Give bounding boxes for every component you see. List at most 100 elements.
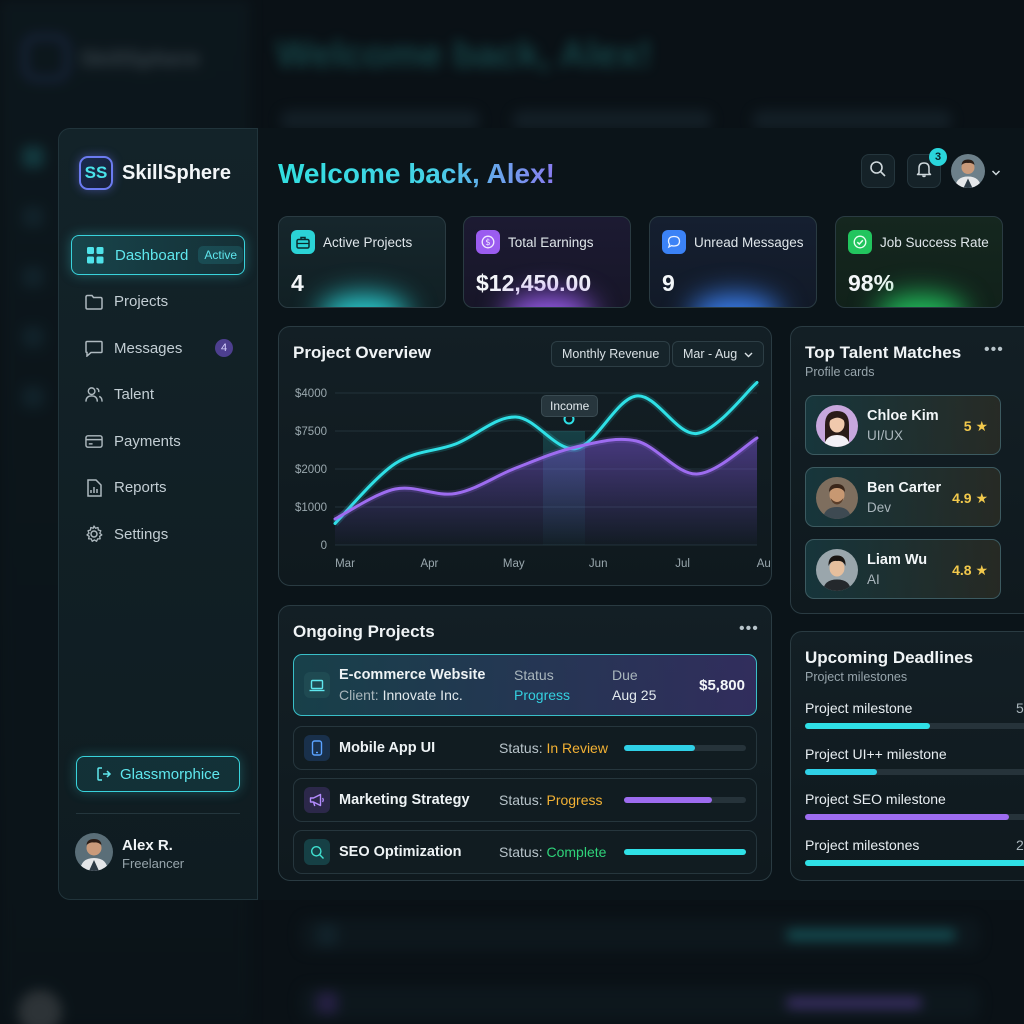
- sidebar-item-projects[interactable]: Projects: [71, 282, 245, 322]
- bg-icon: [22, 266, 44, 288]
- deadline-label: Project milestone: [805, 700, 913, 716]
- sidebar-item-label: Messages: [114, 339, 183, 357]
- logo[interactable]: SS: [79, 156, 113, 190]
- chat-icon: [85, 339, 103, 357]
- user-role: Freelancer: [122, 856, 185, 871]
- panel-title: Top Talent Matches: [805, 343, 962, 362]
- bg-welcome-title: Welcome back, Alex!: [276, 34, 652, 76]
- deadline-label: Project milestones: [805, 837, 920, 853]
- project-name: Marketing Strategy: [339, 792, 470, 808]
- talent-name: Ben Carter: [867, 480, 942, 496]
- project-overview-panel: Project Overview Monthly Revenue Mar - A…: [278, 326, 772, 586]
- talent-role: AI: [867, 572, 880, 587]
- status-label: Status:: [499, 792, 543, 808]
- progress-fill: [624, 797, 712, 803]
- project-row[interactable]: Marketing Strategy Status: Progress: [293, 778, 757, 822]
- deadline-label: Project SEO milestone: [805, 791, 946, 807]
- sidebar-item-reports[interactable]: Reports: [71, 468, 245, 508]
- sidebar-item-messages[interactable]: Messages 4: [71, 328, 245, 368]
- project-status: Status: Complete: [499, 844, 606, 860]
- talent-rating: 4.8 ★: [952, 562, 988, 579]
- sidebar-item-label: Settings: [114, 525, 169, 543]
- stat-card-unread-messages[interactable]: Unread Messages 9: [649, 216, 817, 308]
- project-row[interactable]: Mobile App UI Status: In Review: [293, 726, 757, 770]
- avatar[interactable]: [75, 833, 113, 871]
- line-chart: $4000 $7500 $2000 $1000 0 Mar Apr May Jun Jul Aug: [295, 379, 772, 570]
- bg-brand-name: SkillSphere: [80, 46, 200, 71]
- bg-icon: [22, 206, 44, 228]
- rating-value: 4.8: [952, 562, 972, 578]
- folder-icon: [85, 293, 103, 311]
- sidebar-item-talent[interactable]: Talent: [71, 375, 245, 415]
- talent-rating: 5 ★: [964, 418, 988, 435]
- sidebar-item-label: Reports: [114, 479, 167, 496]
- stat-value: $12,450.00: [476, 270, 592, 296]
- talent-name: Liam Wu: [867, 552, 928, 568]
- glassmorphice-button[interactable]: Glassmorphice: [76, 756, 240, 792]
- stat-card-job-success[interactable]: Job Success Rate 98%: [835, 216, 1003, 308]
- bg-icon: [22, 386, 44, 408]
- active-tag: Active: [198, 246, 244, 264]
- deadline-value: 2: [1016, 837, 1024, 853]
- user-name: Alex R.: [122, 837, 173, 854]
- search-icon: [304, 839, 330, 865]
- project-featured-row[interactable]: E-commerce Website Client: Innovate Inc.…: [293, 654, 757, 716]
- talent-card[interactable]: Chloe Kim UI/UX 5 ★: [805, 395, 1001, 455]
- progress-fill: [624, 745, 695, 751]
- bg-icon: [316, 924, 338, 946]
- stat-value: 9: [662, 270, 675, 296]
- briefcase-icon: [291, 230, 315, 254]
- top-talent-panel: Top Talent Matches Profile cards ••• Chl…: [790, 326, 1024, 614]
- y-tick-label: $2000: [295, 464, 327, 476]
- page-title: Welcome back, Alex!: [278, 158, 556, 189]
- profile-avatar[interactable]: [951, 154, 985, 188]
- deadline-progress-fill: [805, 723, 930, 729]
- deadline-progress-fill: [805, 814, 1009, 820]
- notifications-button[interactable]: 3: [907, 148, 947, 188]
- chevron-down-icon[interactable]: [991, 165, 1001, 183]
- search-button[interactable]: [861, 154, 895, 188]
- gear-icon: [85, 525, 103, 543]
- talent-name: Chloe Kim: [867, 408, 939, 424]
- deadline-progress-fill: [805, 860, 1024, 866]
- divider: [76, 813, 240, 814]
- sidebar-item-label: Payments: [114, 432, 181, 450]
- deadline-progress: [805, 814, 1024, 820]
- talent-role: UI/UX: [867, 428, 904, 443]
- stat-label: Active Projects: [323, 235, 413, 250]
- deadline-label: Project UI++ milestone: [805, 746, 947, 762]
- avatar: [816, 477, 858, 519]
- stat-card-active-projects[interactable]: Active Projects 4: [278, 216, 446, 308]
- sidebar-item-dashboard[interactable]: Dashboard Active: [71, 235, 245, 275]
- deadline-progress: [805, 769, 1024, 775]
- star-icon: ★: [975, 418, 988, 434]
- y-tick-label: $1000: [295, 502, 327, 514]
- talent-card[interactable]: Ben Carter Dev 4.9 ★: [805, 467, 1001, 527]
- sidebar-item-label: Dashboard: [115, 246, 189, 264]
- deadline-value: 5: [1016, 700, 1024, 716]
- status-value: In Review: [546, 740, 608, 756]
- card-icon: [85, 432, 103, 450]
- y-tick-label: $7500: [295, 426, 327, 438]
- bg-icon: [22, 326, 44, 348]
- client-label: Client:: [339, 687, 379, 703]
- due-label: Due: [612, 667, 638, 683]
- sidebar-item-payments[interactable]: Payments: [71, 421, 245, 461]
- sidebar-item-label: Projects: [114, 293, 169, 310]
- stat-card-total-earnings[interactable]: $ Total Earnings $12,450.00: [463, 216, 631, 308]
- bg-bar: [786, 930, 956, 940]
- x-tick-label: May: [503, 558, 525, 570]
- sidebar-item-settings[interactable]: Settings: [71, 514, 245, 554]
- talent-rating: 4.9 ★: [952, 490, 988, 507]
- talent-card[interactable]: Liam Wu AI 4.8 ★: [805, 539, 1001, 599]
- panel-subtitle: Profile cards: [805, 365, 875, 379]
- brand-name: SkillSphere: [122, 162, 231, 184]
- more-options-icon[interactable]: •••: [984, 341, 1004, 359]
- x-tick-label: Aug: [757, 558, 772, 570]
- project-row[interactable]: SEO Optimization Status: Complete: [293, 830, 757, 874]
- more-options-icon[interactable]: •••: [739, 620, 759, 638]
- status-value: Progress: [546, 792, 603, 808]
- chart-tooltip: Income: [541, 395, 599, 417]
- progress-bar: [624, 849, 746, 855]
- status-label: Status:: [499, 844, 543, 860]
